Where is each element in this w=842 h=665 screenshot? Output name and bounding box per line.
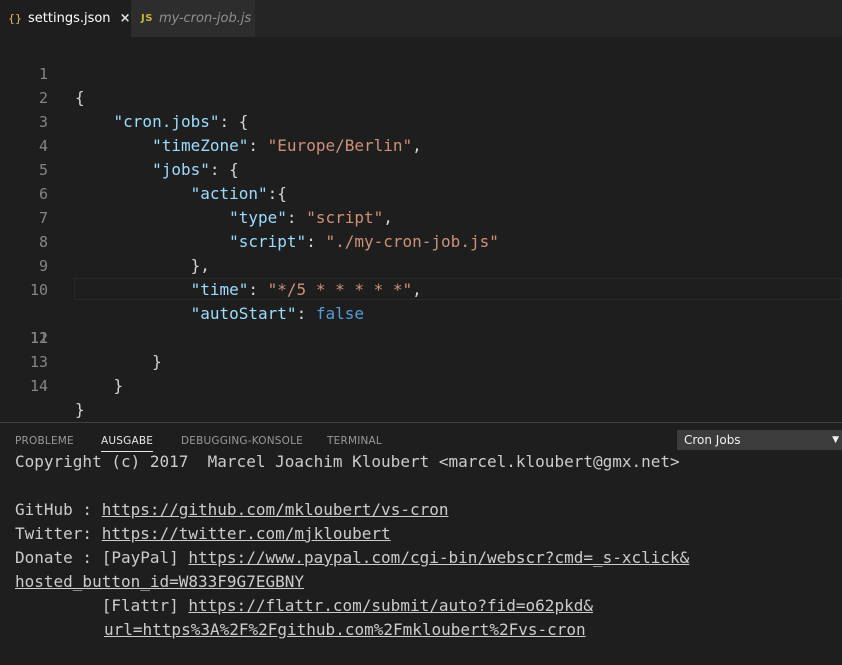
javascript-file-icon: JS [141,13,153,24]
code-line: 7 "script": "./my-cron-job.js" [0,182,842,251]
line-number: 14 [29,377,48,395]
chevron-down-icon: ▼ [832,435,839,445]
tab-debugging-konsole[interactable]: DEBUGGING-KONSOLE [181,435,303,447]
tab-probleme[interactable]: PROBLEME [15,435,74,447]
code-line: 2 "cron.jobs": { [0,62,842,131]
close-icon[interactable]: × [120,11,131,26]
github-link[interactable]: https://github.com/mkloubert/vs-cron [102,500,449,519]
code-line: 5 "action":{ [0,134,842,203]
output-copyright: Copyright (c) 2017 Marcel Joachim Kloube… [15,452,680,471]
output-label: GitHub : [15,500,102,519]
code-token: } [113,376,124,395]
output-label: [Flattr] [15,596,189,615]
twitter-link[interactable]: https://twitter.com/mjkloubert [102,524,391,543]
code-line: 10 "autoStart": false [0,254,842,323]
tab-label: settings.json [28,11,111,26]
json-file-icon: {} [8,12,22,25]
code-line: 13 } [0,326,842,395]
code-line: 12 } [0,302,842,371]
tab-terminal[interactable]: TERMINAL [327,435,382,447]
tab-my-cron-job-js[interactable]: JS my-cron-job.js [131,0,255,37]
output-line-twitter: Twitter: https://twitter.com/mjkloubert [15,522,391,546]
code-line: 3 "timeZone": "Europe/Berlin", [0,86,842,155]
tab-label: my-cron-job.js [158,11,252,26]
code-line: 9 "time": "*/5 * * * * *", [0,230,842,299]
tab-ausgabe[interactable]: AUSGABE [101,435,154,452]
output-line-paypal-cont: hosted_button_id=W833F9G7EGBNY [15,570,304,594]
output-channel-value: Cron Jobs [684,433,741,447]
code-token: } [75,400,85,419]
output-panel: PROBLEME AUSGABE DEBUGGING-KONSOLE TERMI… [0,422,842,665]
paypal-link-continued[interactable]: hosted_button_id=W833F9G7EGBNY [15,572,304,591]
output-label: Donate : [PayPal] [15,548,189,567]
paypal-link[interactable]: https://www.paypal.com/cgi-bin/webscr?cm… [188,548,689,567]
code-line-current: 11 [0,278,842,347]
output-channel-select[interactable]: Cron Jobs ▼ [677,430,842,450]
tab-settings-json[interactable]: {} settings.json × [0,0,131,37]
output-line-github: GitHub : https://github.com/mkloubert/vs… [15,498,448,522]
code-line: 4 "jobs": { [0,110,842,179]
output-line-flattr: [Flattr] https://flattr.com/submit/auto?… [15,594,593,618]
flattr-link[interactable]: https://flattr.com/submit/auto?fid=o62pk… [188,596,593,615]
output-line-paypal: Donate : [PayPal] https://www.paypal.com… [15,546,689,570]
code-line: 14 } [0,350,842,419]
code-editor[interactable]: 1 { 2 "cron.jobs": { 3 "timeZone": "Euro… [0,37,842,422]
code-line: 6 "type": "script", [0,158,842,227]
editor-tab-bar: {} settings.json × JS my-cron-job.js [0,0,842,37]
code-line: 8 }, [0,206,842,275]
code-line: 1 { [0,38,842,107]
current-line-highlight [74,278,842,300]
output-label: Twitter: [15,524,102,543]
output-line-flattr-cont: url=https%3A%2F%2Fgithub.com%2Fmkloubert… [104,618,586,642]
flattr-link-continued[interactable]: url=https%3A%2F%2Fgithub.com%2Fmkloubert… [104,620,586,639]
